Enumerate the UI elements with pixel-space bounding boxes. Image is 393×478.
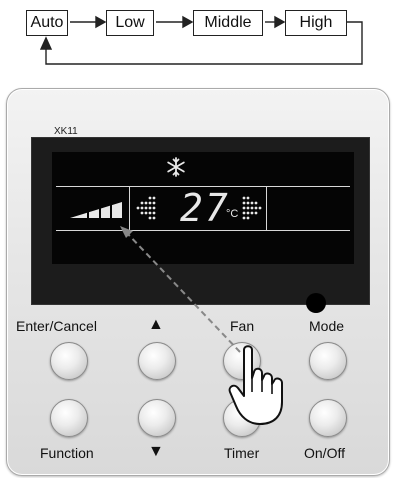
- pointer-arrow: [120, 226, 241, 353]
- hand-pointer-icon: [228, 345, 283, 425]
